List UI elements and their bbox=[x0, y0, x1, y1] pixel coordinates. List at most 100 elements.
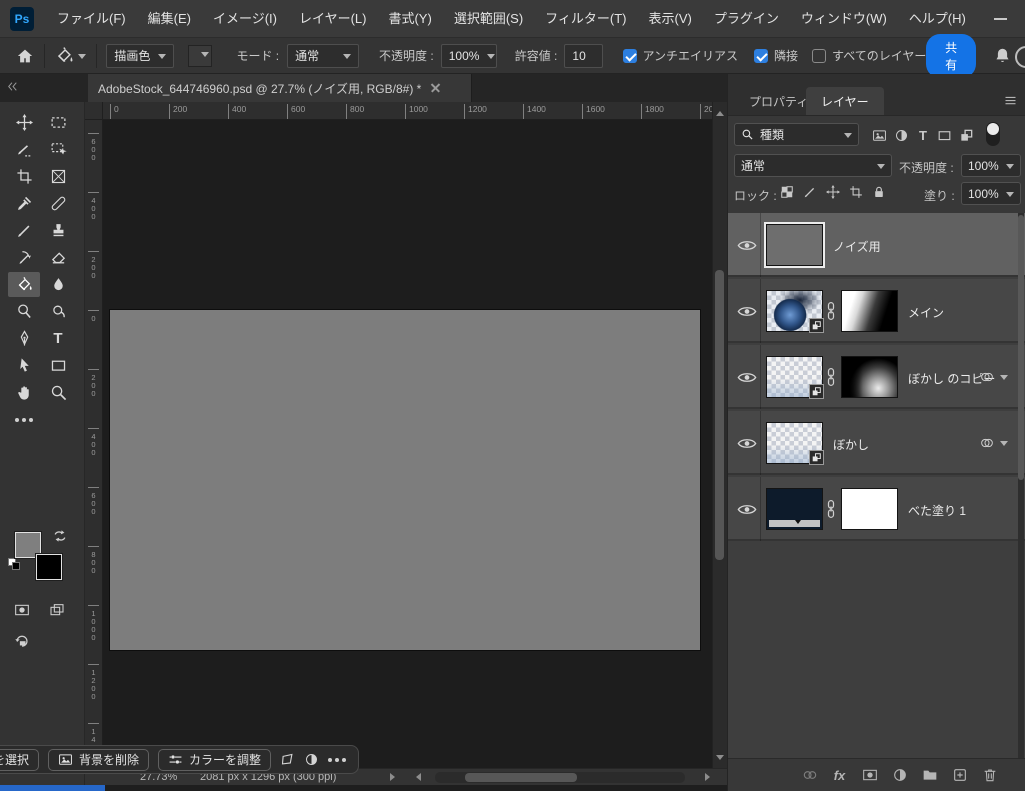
share-button[interactable]: 共有 bbox=[926, 34, 976, 78]
clone-stamp-tool[interactable] bbox=[42, 218, 74, 243]
antialias-checkbox[interactable] bbox=[623, 49, 637, 63]
lock-image-pixels-icon[interactable] bbox=[803, 185, 820, 202]
layer-mask-thumbnail[interactable] bbox=[841, 356, 898, 398]
tab-layers[interactable]: レイヤー bbox=[806, 87, 884, 115]
brush-tool[interactable] bbox=[8, 218, 40, 243]
layer-blend-mode-select[interactable]: 通常 bbox=[734, 154, 892, 177]
swap-colors-icon[interactable] bbox=[52, 528, 68, 544]
edit-toolbar-icon[interactable] bbox=[8, 407, 40, 432]
layer-effects-icon[interactable]: fx bbox=[831, 767, 848, 784]
menu-image[interactable]: イメージ(I) bbox=[202, 0, 288, 38]
adjustment-icon[interactable] bbox=[304, 752, 319, 767]
menu-layer[interactable]: レイヤー(L) bbox=[288, 0, 378, 38]
minimize-window-icon[interactable] bbox=[994, 18, 1007, 20]
object-selection-tool[interactable] bbox=[42, 137, 74, 162]
layer-thumbnail[interactable] bbox=[766, 356, 823, 398]
eraser-tool[interactable] bbox=[42, 245, 74, 270]
filter-toggle-switch[interactable] bbox=[986, 122, 1000, 146]
layers-panel-scrollbar[interactable] bbox=[1018, 213, 1024, 758]
rectangle-tool[interactable] bbox=[42, 353, 74, 378]
document-canvas[interactable] bbox=[110, 310, 700, 650]
menu-file[interactable]: ファイル(F) bbox=[46, 0, 137, 38]
quick-mask-icon[interactable] bbox=[13, 602, 33, 618]
scroll-down-icon[interactable] bbox=[716, 755, 724, 764]
smart-filters-indicator[interactable] bbox=[979, 369, 1008, 385]
more-options-icon[interactable] bbox=[328, 758, 346, 762]
shape-filter-icon[interactable] bbox=[935, 126, 953, 144]
menu-type[interactable]: 書式(Y) bbox=[377, 0, 442, 38]
tolerance-input[interactable]: 10 bbox=[564, 44, 602, 68]
default-colors-icon[interactable] bbox=[8, 558, 20, 570]
menu-help[interactable]: ヘルプ(H) bbox=[898, 0, 977, 38]
transform-icon[interactable] bbox=[280, 752, 295, 767]
layers-panel-scrollbar-thumb[interactable] bbox=[1018, 215, 1024, 480]
visibility-eye-icon[interactable] bbox=[737, 437, 757, 450]
crop-tool[interactable] bbox=[8, 164, 40, 189]
menu-view[interactable]: 表示(V) bbox=[638, 0, 703, 38]
zoom-tool[interactable] bbox=[42, 380, 74, 405]
spot-healing-brush-tool[interactable] bbox=[42, 191, 74, 216]
layer-row-blur[interactable]: ぼかし bbox=[728, 411, 1025, 475]
hand-tool[interactable] bbox=[8, 380, 40, 405]
smart-object-filter-icon[interactable] bbox=[957, 126, 975, 144]
link-layers-icon[interactable] bbox=[801, 767, 818, 784]
pen-tool[interactable] bbox=[8, 326, 40, 351]
lock-position-icon[interactable] bbox=[826, 185, 843, 202]
horizontal-scrollbar[interactable] bbox=[435, 772, 685, 783]
layer-row-blur-copy[interactable]: ぼかし のコピー bbox=[728, 345, 1025, 409]
delete-layer-icon[interactable] bbox=[981, 767, 998, 784]
visibility-eye-icon[interactable] bbox=[737, 239, 757, 252]
history-brush-tool[interactable] bbox=[8, 245, 40, 270]
layer-row-main[interactable]: メイン bbox=[728, 279, 1025, 343]
mask-link-icon[interactable] bbox=[826, 367, 836, 387]
adjustment-filter-icon[interactable] bbox=[892, 126, 910, 144]
visibility-eye-icon[interactable] bbox=[737, 503, 757, 516]
layer-thumbnail[interactable] bbox=[766, 224, 823, 266]
menu-edit[interactable]: 編集(E) bbox=[137, 0, 202, 38]
remove-background-button[interactable]: 背景を削除 bbox=[48, 749, 149, 771]
bell-icon[interactable] bbox=[994, 47, 1011, 64]
new-adjustment-layer-icon[interactable] bbox=[891, 767, 908, 784]
select-subject-button[interactable]: を選択 bbox=[0, 749, 39, 771]
opacity-input[interactable]: 100% bbox=[441, 44, 497, 68]
fill-input[interactable]: 100% bbox=[961, 182, 1021, 205]
menu-window[interactable]: ウィンドウ(W) bbox=[790, 0, 898, 38]
photoshop-logo[interactable]: Ps bbox=[10, 7, 34, 31]
adjust-color-button[interactable]: カラーを調整 bbox=[158, 749, 271, 771]
status-expand-icon[interactable] bbox=[390, 773, 399, 781]
selection-brush-tool[interactable] bbox=[8, 137, 40, 162]
background-color-swatch[interactable] bbox=[36, 554, 62, 580]
visibility-eye-icon[interactable] bbox=[737, 371, 757, 384]
pasteboard[interactable] bbox=[103, 120, 712, 768]
vertical-scrollbar[interactable] bbox=[712, 102, 727, 768]
menu-select[interactable]: 選択範囲(S) bbox=[443, 0, 534, 38]
menu-plugins[interactable]: プラグイン bbox=[703, 0, 790, 38]
visibility-eye-icon[interactable] bbox=[737, 305, 757, 318]
mask-link-icon[interactable] bbox=[826, 301, 836, 321]
layer-filter-select[interactable]: 種類 bbox=[734, 123, 859, 146]
lock-transparent-pixels-icon[interactable] bbox=[780, 185, 797, 202]
path-selection-tool[interactable] bbox=[8, 353, 40, 378]
rectangular-marquee-tool[interactable] bbox=[42, 110, 74, 135]
frame-tool[interactable] bbox=[42, 164, 74, 189]
smart-filters-indicator[interactable] bbox=[979, 435, 1008, 451]
home-icon[interactable] bbox=[16, 47, 34, 65]
burn-tool[interactable] bbox=[42, 299, 74, 324]
paint-bucket-tool[interactable] bbox=[8, 272, 40, 297]
layer-thumbnail[interactable] bbox=[766, 422, 823, 464]
document-tab[interactable]: AdobeStock_644746960.psd @ 27.7% (ノイズ用, … bbox=[88, 74, 472, 102]
layer-name[interactable]: メイン bbox=[908, 304, 944, 321]
layer-row-noise[interactable]: ノイズ用 bbox=[728, 213, 1025, 277]
panel-menu-icon[interactable] bbox=[1003, 93, 1018, 108]
layer-name[interactable]: ぼかし bbox=[833, 436, 869, 453]
layer-row-solid-fill[interactable]: べた塗り 1 bbox=[728, 477, 1025, 541]
screen-mode-icon[interactable] bbox=[48, 602, 68, 618]
menu-filter[interactable]: フィルター(T) bbox=[534, 0, 637, 38]
new-group-icon[interactable] bbox=[921, 767, 938, 784]
scroll-right-icon[interactable] bbox=[705, 773, 714, 781]
lock-artboard-icon[interactable] bbox=[849, 185, 866, 202]
new-layer-icon[interactable] bbox=[951, 767, 968, 784]
pattern-swatch[interactable] bbox=[188, 45, 212, 67]
eyedropper-tool[interactable] bbox=[8, 191, 40, 216]
contiguous-checkbox[interactable] bbox=[754, 49, 768, 63]
